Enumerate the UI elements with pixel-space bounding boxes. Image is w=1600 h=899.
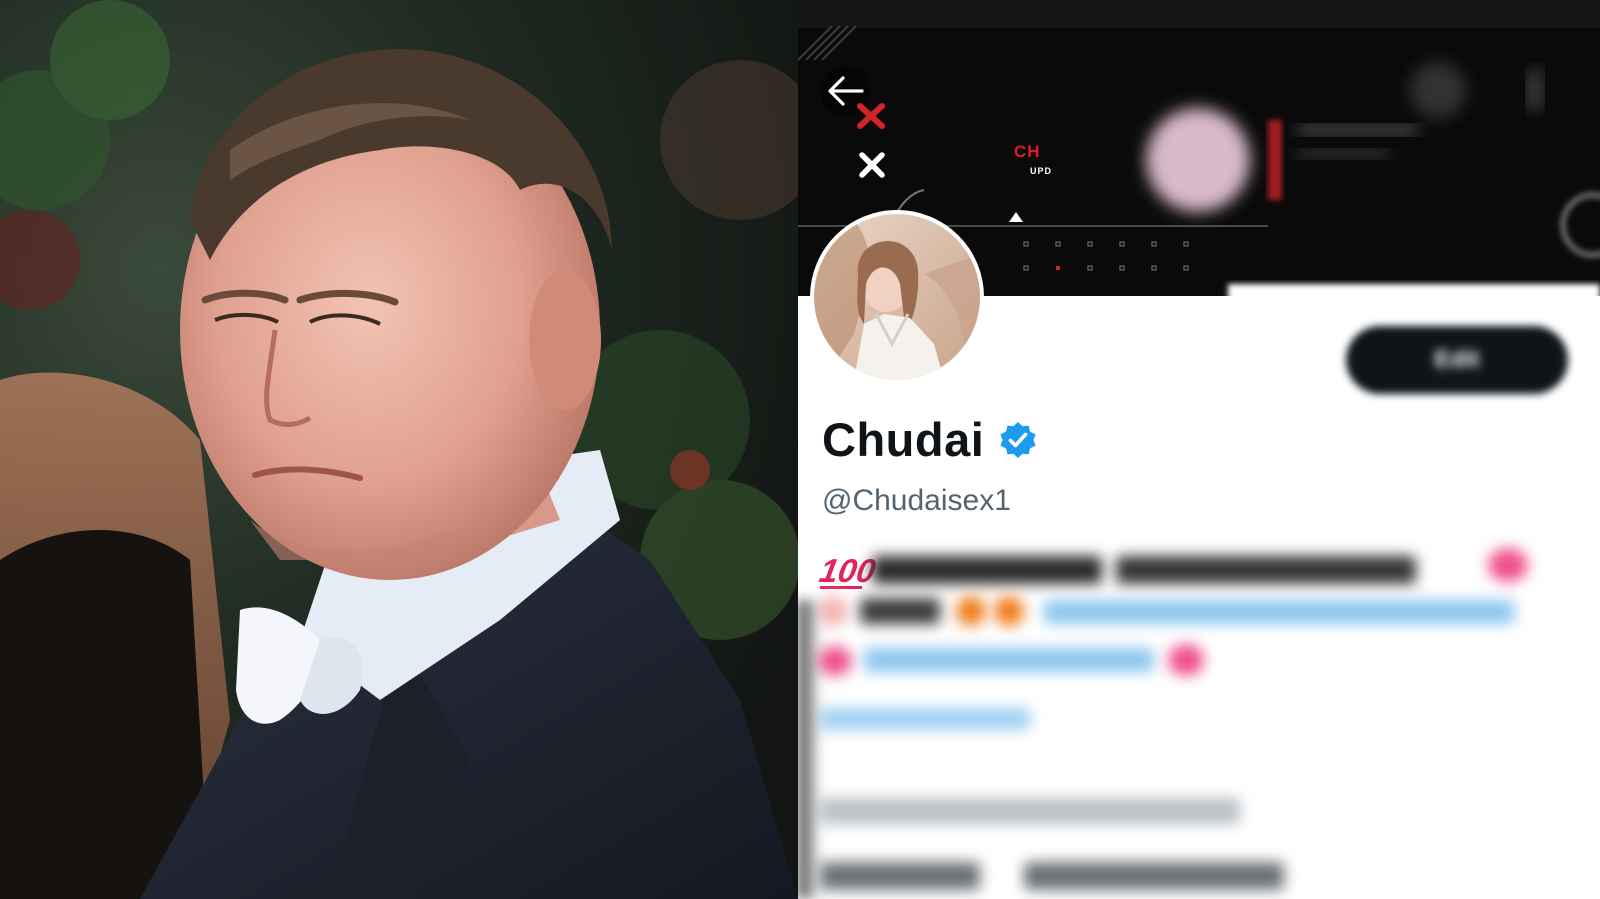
display-name: Chudai xyxy=(822,413,985,466)
edit-profile-label: Edit xyxy=(1434,346,1480,373)
heart-icon-3 xyxy=(1168,644,1204,676)
verified-badge-icon[interactable] xyxy=(998,420,1038,460)
orange-emoji-icon xyxy=(956,596,986,626)
emoji-icon xyxy=(818,596,848,626)
profile-name-row: Chudai xyxy=(822,412,1038,467)
orange-emoji-icon-2 xyxy=(994,596,1024,626)
bio-line-1b xyxy=(1116,556,1416,584)
avatar-image xyxy=(814,214,980,380)
banner-subtitle: UPD xyxy=(1030,166,1053,176)
following-count xyxy=(820,862,980,890)
profile-screenshot: CH UPD Edit Chudai @Chudaisex1 100 xyxy=(798,0,1600,899)
hundred-points-icon: 100 xyxy=(816,552,879,589)
bio-line-2a xyxy=(860,598,940,624)
hundred-points-underline xyxy=(819,586,863,589)
edit-profile-button[interactable]: Edit xyxy=(1346,326,1568,394)
close-icon xyxy=(857,103,885,129)
bio-mentions-1 xyxy=(1044,600,1514,624)
bio-mentions-2 xyxy=(864,648,1154,672)
news-photo xyxy=(0,0,798,899)
heart-icon xyxy=(1488,548,1528,582)
joined-date xyxy=(820,798,1240,824)
edge-shadow xyxy=(798,600,820,899)
photo-illustration xyxy=(0,0,798,899)
bio-line-1a xyxy=(872,556,1102,584)
profile-handle: @Chudaisex1 xyxy=(822,484,1011,517)
close-icon xyxy=(859,152,885,178)
followers-count xyxy=(1024,862,1284,890)
profile-avatar[interactable] xyxy=(814,214,980,380)
banner-title: CH xyxy=(1014,142,1041,161)
heart-icon-2 xyxy=(818,646,852,676)
bio-link xyxy=(820,708,1030,730)
